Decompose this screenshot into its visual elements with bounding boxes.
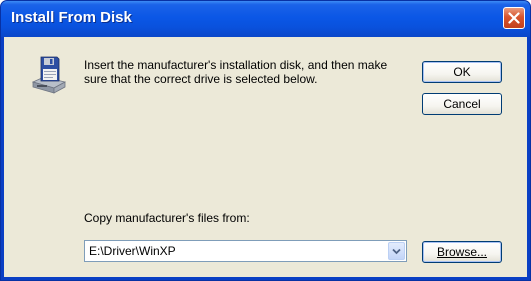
path-dropdown-button[interactable] bbox=[388, 242, 405, 260]
browse-button-label: Browse... bbox=[436, 245, 487, 259]
cancel-button[interactable]: Cancel bbox=[422, 93, 502, 115]
close-icon bbox=[508, 12, 520, 24]
copy-from-path-combobox[interactable]: E:\Driver\WinXP bbox=[84, 240, 407, 262]
browse-button[interactable]: Browse... bbox=[422, 241, 502, 263]
dialog-title: Install From Disk bbox=[11, 9, 132, 26]
instruction-text: Insert the manufacturer's installation d… bbox=[84, 58, 388, 86]
install-disk-icon bbox=[32, 56, 66, 94]
install-from-disk-dialog: Install From Disk Insert the manufacture… bbox=[0, 0, 531, 281]
copy-from-label: Copy manufacturer's files from: bbox=[84, 211, 250, 225]
close-button[interactable] bbox=[503, 7, 525, 29]
copy-from-path-value: E:\Driver\WinXP bbox=[89, 244, 176, 258]
dialog-body: Insert the manufacturer's installation d… bbox=[4, 37, 527, 277]
chevron-down-icon bbox=[392, 248, 401, 255]
ok-button[interactable]: OK bbox=[422, 61, 502, 83]
title-bar[interactable]: Install From Disk bbox=[1, 1, 530, 37]
